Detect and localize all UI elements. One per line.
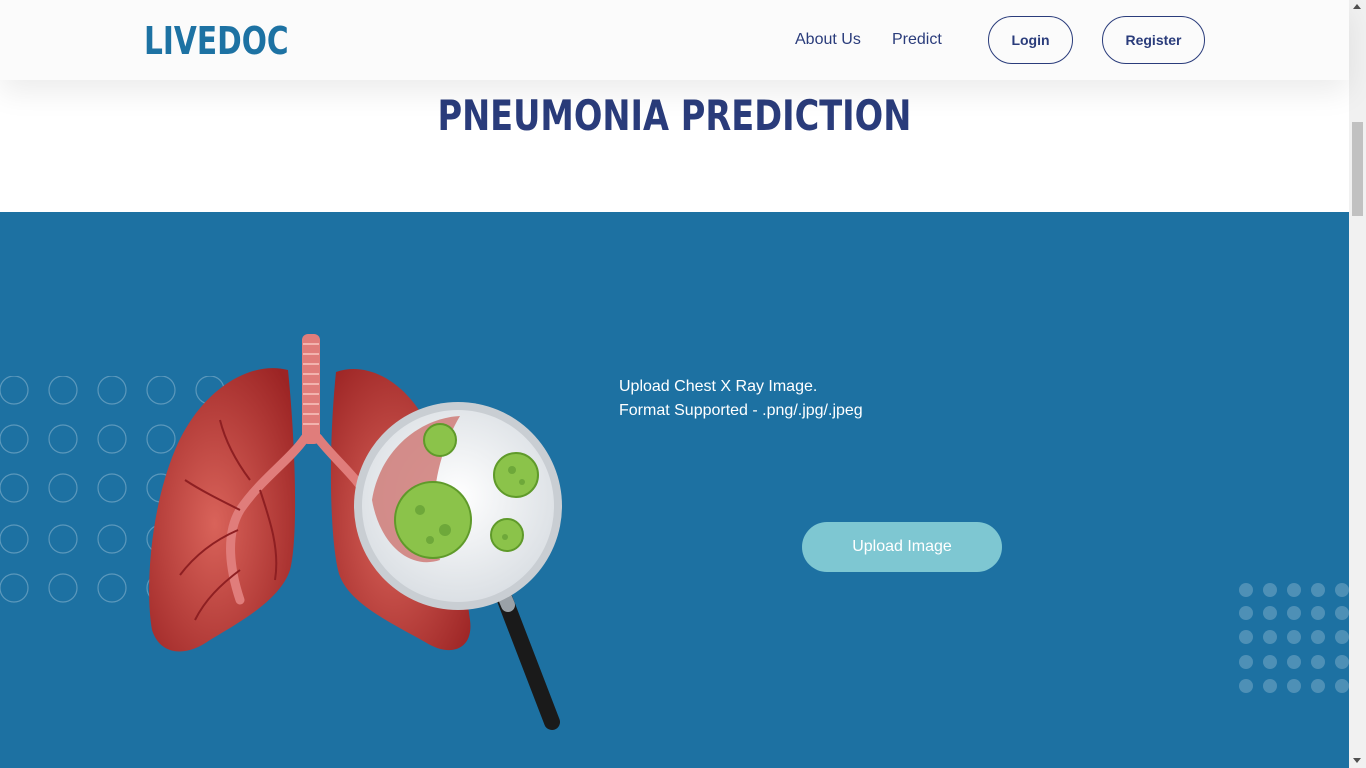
page: LIVEDOC About Us Predict Login Register … (0, 0, 1349, 768)
logo[interactable]: LIVEDOC (144, 18, 289, 64)
lungs-with-magnifier-virus-icon (149, 334, 562, 730)
scroll-up-icon[interactable] (1353, 4, 1361, 9)
upload-image-button[interactable]: Upload Image (802, 522, 1002, 572)
nav-link-about-us[interactable]: About Us (795, 30, 861, 50)
decorative-dots (1239, 583, 1349, 693)
format-supported-line: Format Supported - .png/.jpg/.jpeg (619, 402, 863, 419)
prediction-section: Upload Chest X Ray Image. Format Support… (0, 212, 1349, 768)
upload-instruction-line: Upload Chest X Ray Image. (619, 378, 818, 395)
register-button[interactable]: Register (1102, 16, 1205, 64)
login-button[interactable]: Login (988, 16, 1073, 64)
nav-link-predict[interactable]: Predict (892, 30, 942, 50)
vertical-scrollbar[interactable] (1349, 0, 1366, 768)
navbar: LIVEDOC About Us Predict Login Register (0, 0, 1349, 80)
upload-instructions: Upload Chest X Ray Image. Format Support… (619, 375, 863, 423)
scrollbar-thumb[interactable] (1352, 122, 1363, 216)
title-section: PNEUMONIA PREDICTION (0, 80, 1349, 212)
page-title: PNEUMONIA PREDICTION (437, 91, 912, 140)
scroll-down-icon[interactable] (1353, 758, 1361, 763)
